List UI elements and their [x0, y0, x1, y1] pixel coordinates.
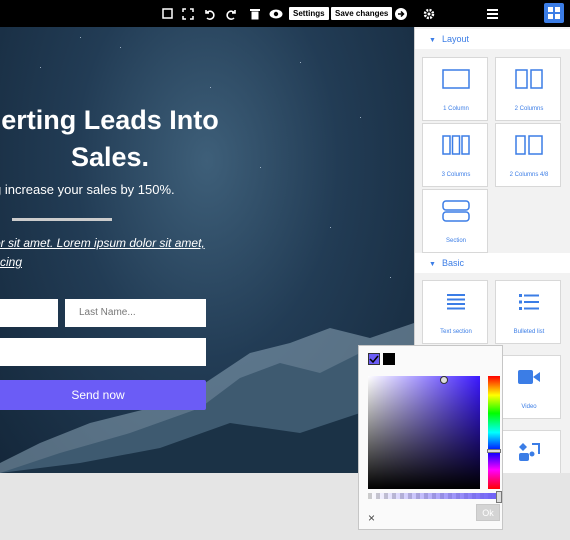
- saturation-handle[interactable]: [440, 376, 448, 384]
- block-section[interactable]: Section: [422, 189, 488, 253]
- bulleted-list-icon: [496, 281, 562, 323]
- gear-icon[interactable]: [419, 0, 439, 27]
- previous-color-swatch[interactable]: [383, 353, 395, 365]
- category-label: Layout: [441, 34, 469, 44]
- email-input[interactable]: [0, 338, 206, 366]
- two-columns-icon: [496, 58, 562, 100]
- close-icon[interactable]: ×: [368, 511, 375, 525]
- hero-title-line: erting Leads Into: [1, 105, 219, 135]
- video-camera-icon: [496, 356, 562, 398]
- caret-down-icon: ▼: [429, 261, 436, 268]
- send-now-button[interactable]: Send now: [0, 380, 206, 410]
- media-icon: [496, 431, 562, 473]
- one-column-icon: [423, 58, 489, 100]
- hue-slider[interactable]: [487, 376, 501, 489]
- star: [210, 87, 211, 88]
- three-columns-icon: [423, 124, 489, 166]
- category-basic[interactable]: ▼ Basic: [415, 253, 570, 273]
- category-layout[interactable]: ▼ Layout: [415, 29, 570, 49]
- trash-icon[interactable]: [245, 0, 265, 27]
- star: [40, 67, 41, 68]
- color-picker: × Ok: [358, 345, 503, 530]
- block-text-section[interactable]: Text section: [422, 280, 488, 344]
- star: [300, 62, 301, 63]
- check-icon: [369, 355, 379, 364]
- last-name-input[interactable]: Last Name...: [65, 299, 206, 327]
- block-label: Bulleted list: [513, 329, 545, 335]
- block-3-columns[interactable]: 3 Columns: [422, 123, 488, 187]
- block-label: Text section: [440, 329, 472, 335]
- alpha-slider[interactable]: [368, 491, 502, 503]
- fullscreen-icon[interactable]: [178, 0, 198, 27]
- block-2-columns[interactable]: 2 Columns: [495, 57, 561, 121]
- block-bulleted-list[interactable]: Bulleted list: [495, 280, 561, 344]
- star: [330, 227, 331, 228]
- star: [260, 167, 261, 168]
- menu-icon[interactable]: [482, 0, 502, 27]
- block-label: 2 Columns: [514, 106, 544, 112]
- block-label: 1 Column: [443, 106, 469, 112]
- divider: [12, 218, 112, 221]
- star: [80, 37, 81, 38]
- text-section-icon: [423, 281, 489, 323]
- page-canvas: erting Leads Into Sales. g increase your…: [0, 27, 414, 473]
- hero-link-line: or sit amet. Lorem ipsum dolor sit amet,: [0, 236, 205, 250]
- top-toolbar: Settings Save changes: [0, 0, 570, 27]
- save-changes-button[interactable]: Save changes: [331, 7, 393, 20]
- saturation-value-area[interactable]: [368, 376, 480, 489]
- section-icon: [423, 190, 489, 232]
- arrow-right-circle-icon[interactable]: [391, 0, 411, 27]
- alpha-handle[interactable]: [496, 491, 502, 503]
- eye-icon[interactable]: [266, 0, 286, 27]
- hero-link-line: scing: [0, 255, 23, 269]
- category-label: Basic: [441, 258, 464, 268]
- first-name-input[interactable]: [0, 299, 58, 327]
- hue-handle[interactable]: [487, 449, 501, 453]
- block-label: Video: [521, 404, 537, 410]
- caret-down-icon: ▼: [429, 37, 436, 44]
- settings-button[interactable]: Settings: [289, 7, 329, 20]
- star: [390, 277, 391, 278]
- undo-icon[interactable]: [199, 0, 219, 27]
- block-video[interactable]: Video: [495, 355, 561, 419]
- hero-subtitle: g increase your sales by 150%.: [0, 182, 175, 197]
- block-2-columns-48[interactable]: 2 Columns 4/8: [495, 123, 561, 187]
- block-label: 3 Columns: [441, 172, 471, 178]
- block-media[interactable]: [495, 430, 561, 473]
- hero-title-line: Sales.: [70, 142, 150, 172]
- current-color-swatch[interactable]: [368, 353, 380, 365]
- block-label: 2 Columns 4/8: [509, 172, 549, 178]
- ok-button[interactable]: Ok: [476, 504, 500, 521]
- grid-icon[interactable]: [544, 3, 564, 23]
- redo-icon[interactable]: [222, 0, 242, 27]
- block-label: Section: [445, 238, 466, 244]
- square-icon[interactable]: [157, 0, 177, 27]
- hero-title: erting Leads Into Sales.: [0, 102, 260, 176]
- block-1-column[interactable]: 1 Column: [422, 57, 488, 121]
- star: [360, 117, 361, 118]
- hero-link[interactable]: or sit amet. Lorem ipsum dolor sit amet,…: [0, 234, 244, 272]
- star: [120, 47, 121, 48]
- two-columns-48-icon: [496, 124, 562, 166]
